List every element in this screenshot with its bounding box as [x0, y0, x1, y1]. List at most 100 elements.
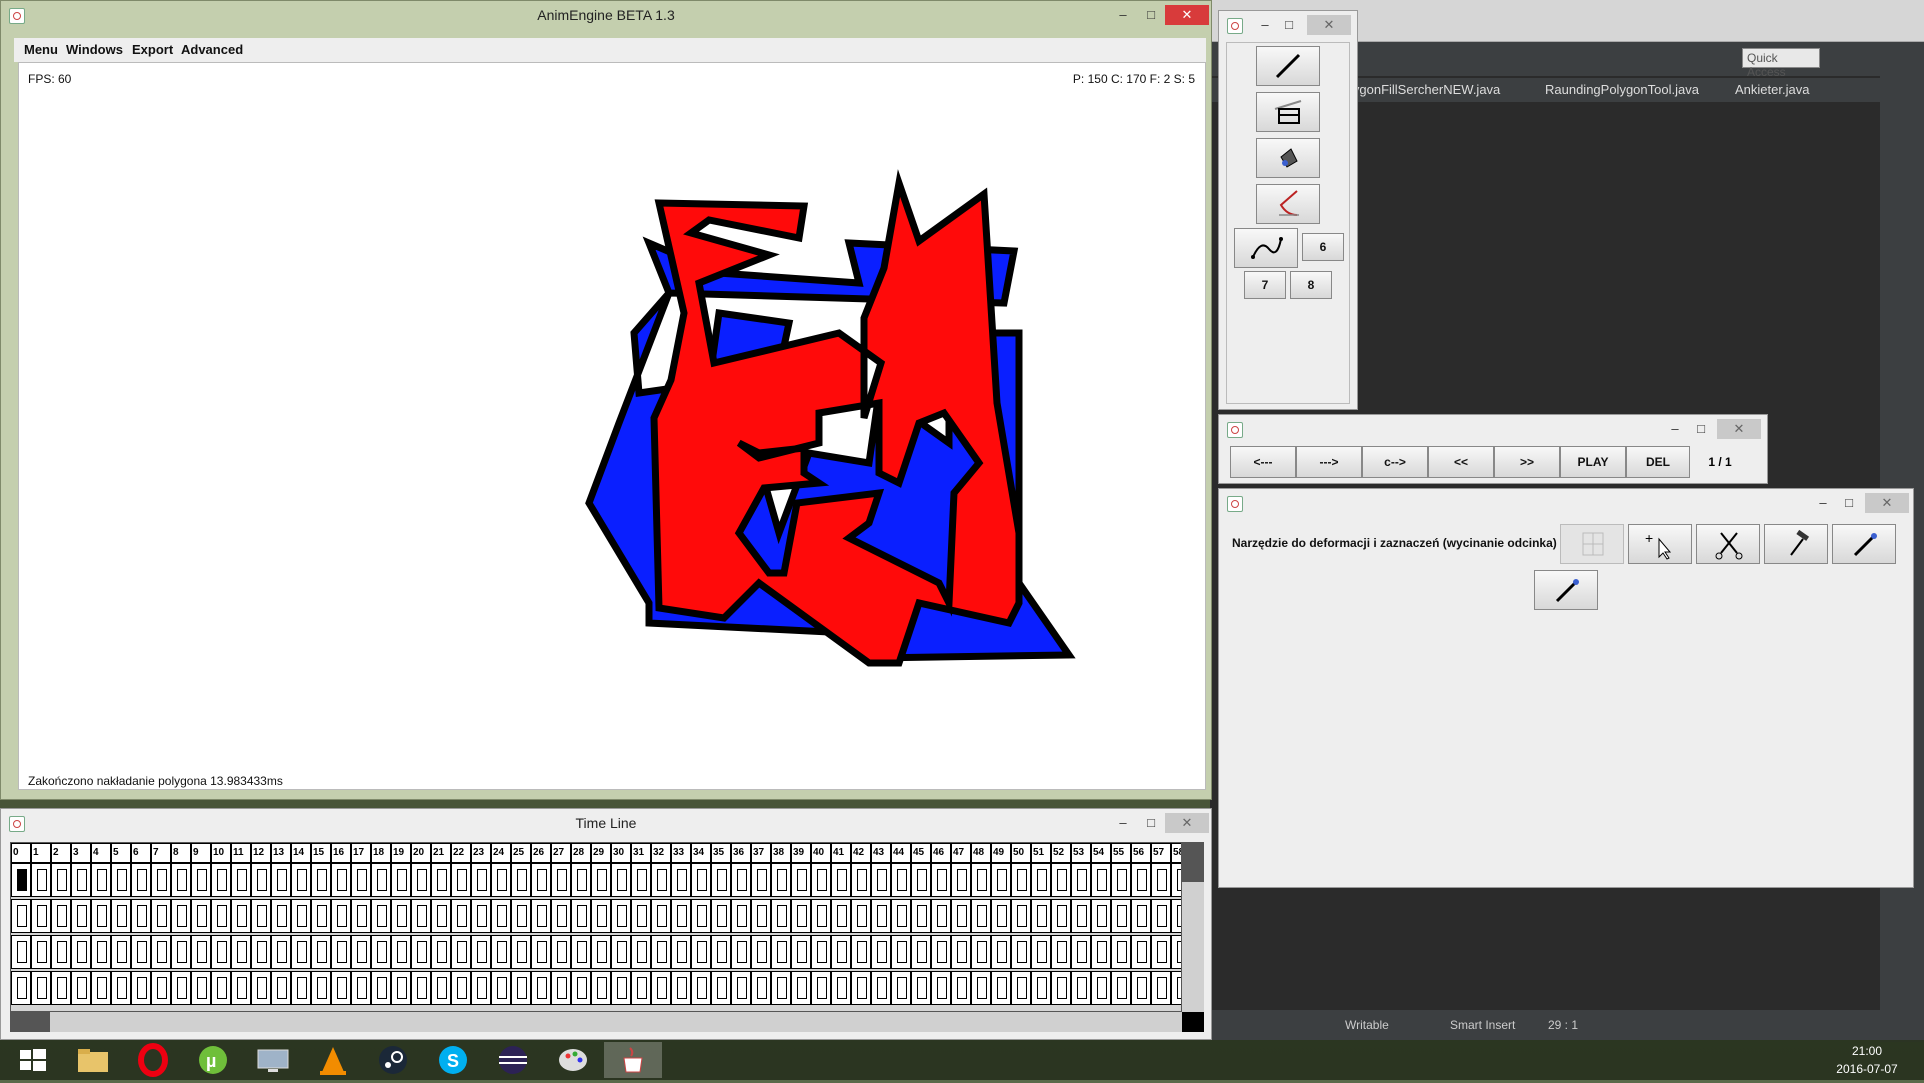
timeline-cell[interactable]	[671, 935, 691, 969]
timeline-cell[interactable]	[331, 935, 351, 969]
timeline-cell[interactable]	[231, 899, 251, 933]
timeline-cell[interactable]	[871, 899, 891, 933]
timeline-frame-header[interactable]: 23	[471, 843, 491, 863]
timeline-cell[interactable]	[531, 899, 551, 933]
timeline-cell[interactable]	[431, 935, 451, 969]
timeline-frame-header[interactable]: 33	[671, 843, 691, 863]
timeline-cell[interactable]	[731, 863, 751, 897]
taskbar-paint[interactable]	[544, 1042, 602, 1078]
timeline-frame-header[interactable]: 42	[851, 843, 871, 863]
timeline-cell[interactable]	[631, 899, 651, 933]
timeline-cell[interactable]	[851, 899, 871, 933]
timeline-frame-header[interactable]: 25	[511, 843, 531, 863]
timeline-cell[interactable]	[1011, 863, 1031, 897]
timeline-frame-header[interactable]: 37	[751, 843, 771, 863]
timeline-cell[interactable]	[511, 899, 531, 933]
taskbar-eclipse[interactable]	[484, 1042, 542, 1078]
timeline-frame-header[interactable]: 2	[51, 843, 71, 863]
taskbar-skype[interactable]: S	[424, 1042, 482, 1078]
timeline-cell[interactable]	[991, 971, 1011, 1005]
timeline-frame-header[interactable]: 34	[691, 843, 711, 863]
timeline-cell[interactable]	[1051, 935, 1071, 969]
timeline-cell[interactable]	[691, 971, 711, 1005]
timeline-cell[interactable]	[1071, 971, 1091, 1005]
timeline-cell[interactable]	[891, 863, 911, 897]
maximize-button[interactable]: □	[1839, 493, 1859, 513]
timeline-cell[interactable]	[871, 935, 891, 969]
timeline-cell[interactable]	[451, 971, 471, 1005]
close-button[interactable]: ✕	[1165, 813, 1209, 833]
timeline-cell[interactable]	[911, 971, 931, 1005]
timeline-cell[interactable]	[191, 935, 211, 969]
timeline-frame-header[interactable]: 31	[631, 843, 651, 863]
timeline-cell[interactable]	[1111, 899, 1131, 933]
timeline-cell[interactable]	[171, 971, 191, 1005]
timeline-cell[interactable]	[371, 935, 391, 969]
timeline-cell[interactable]	[1171, 863, 1181, 897]
next-frame-button[interactable]: --->	[1296, 446, 1362, 478]
timeline-cell[interactable]	[591, 863, 611, 897]
timeline-cell[interactable]	[251, 899, 271, 933]
timeline-cell[interactable]	[611, 971, 631, 1005]
editor-tab[interactable]: RaundingPolygonTool.java	[1545, 82, 1699, 97]
timeline-cell[interactable]	[1111, 935, 1131, 969]
timeline-cell[interactable]	[31, 935, 51, 969]
timeline-frame-header[interactable]: 54	[1091, 843, 1111, 863]
timeline-cell[interactable]	[971, 935, 991, 969]
timeline-cell[interactable]	[11, 971, 31, 1005]
start-button[interactable]	[4, 1042, 62, 1078]
drawing-canvas[interactable]	[18, 62, 1206, 790]
timeline-cell[interactable]	[851, 935, 871, 969]
timeline-cell[interactable]	[191, 971, 211, 1005]
timeline-cell[interactable]	[311, 935, 331, 969]
timeline-cell[interactable]	[171, 935, 191, 969]
timeline-frame-header[interactable]: 12	[251, 843, 271, 863]
option-7-button[interactable]: 7	[1244, 271, 1286, 299]
timeline-frame-header[interactable]: 58	[1171, 843, 1181, 863]
timeline-frame-header[interactable]: 21	[431, 843, 451, 863]
timeline-frame-header[interactable]: 27	[551, 843, 571, 863]
timeline-cell[interactable]	[91, 863, 111, 897]
timeline-cell[interactable]	[1151, 971, 1171, 1005]
timeline-cell[interactable]	[511, 863, 531, 897]
timeline-cell[interactable]	[31, 971, 51, 1005]
timeline-cell[interactable]	[951, 863, 971, 897]
timeline-cell[interactable]	[731, 899, 751, 933]
play-button[interactable]: PLAY	[1560, 446, 1626, 478]
close-button[interactable]: ✕	[1307, 15, 1351, 35]
timeline-cell[interactable]	[811, 935, 831, 969]
timeline-cell[interactable]	[811, 971, 831, 1005]
timeline-cell[interactable]	[851, 863, 871, 897]
timeline-cell[interactable]	[871, 863, 891, 897]
timeline-frame-header[interactable]: 20	[411, 843, 431, 863]
timeline-cell[interactable]	[1091, 899, 1111, 933]
timeline-cell[interactable]	[171, 863, 191, 897]
hammer-tool-button[interactable]	[1764, 524, 1828, 564]
timeline-cell[interactable]	[131, 935, 151, 969]
timeline-cell[interactable]	[31, 863, 51, 897]
timeline-cell[interactable]	[511, 971, 531, 1005]
timeline-frame-header[interactable]: 51	[1031, 843, 1051, 863]
timeline-cell[interactable]	[811, 899, 831, 933]
maximize-button[interactable]: □	[1139, 813, 1163, 833]
timeline-cell[interactable]	[51, 899, 71, 933]
timeline-cell[interactable]	[771, 935, 791, 969]
timeline-cell[interactable]	[1111, 971, 1131, 1005]
timeline-cell[interactable]	[891, 899, 911, 933]
timeline-cell[interactable]	[1091, 935, 1111, 969]
minimize-button[interactable]: –	[1665, 419, 1685, 439]
timeline-frame-header[interactable]: 17	[351, 843, 371, 863]
timeline-cell[interactable]	[1091, 971, 1111, 1005]
menu-menu[interactable]: Menu	[24, 42, 58, 57]
timeline-cell[interactable]	[651, 935, 671, 969]
timeline-cell[interactable]	[731, 971, 751, 1005]
minimize-button[interactable]: –	[1111, 813, 1135, 833]
timeline-cell[interactable]	[611, 899, 631, 933]
taskbar-system-monitor[interactable]	[244, 1042, 302, 1078]
timeline-cell[interactable]	[951, 971, 971, 1005]
timeline-cell[interactable]	[1031, 935, 1051, 969]
timeline-frame-header[interactable]: 18	[371, 843, 391, 863]
maximize-button[interactable]: □	[1279, 15, 1299, 35]
pipette-tool-2-button[interactable]	[1534, 570, 1598, 610]
timeline-cell[interactable]	[491, 899, 511, 933]
